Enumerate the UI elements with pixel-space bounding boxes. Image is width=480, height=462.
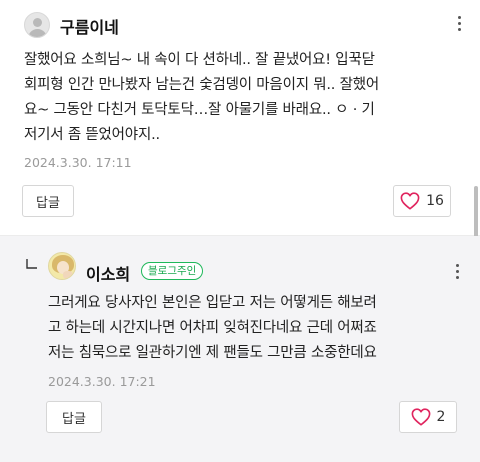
- comment-date: 2024.3.30. 17:11: [24, 155, 132, 170]
- reply-button[interactable]: 답글: [22, 185, 74, 217]
- profile-avatar[interactable]: [48, 252, 76, 280]
- like-count: 2: [436, 409, 446, 425]
- like-button[interactable]: 2: [399, 401, 457, 433]
- comment-text-line: 그러게요 당사자인 본인은 입닫고 저는 어떻게든 해보려: [48, 295, 377, 311]
- comment-text-line: 저기서 좀 뜯었어야지..: [24, 127, 160, 143]
- reply-arrow-icon: [26, 259, 37, 269]
- reply-button[interactable]: 답글: [46, 401, 102, 433]
- heart-icon: [400, 192, 420, 210]
- comment-text-line: 고 하는데 시간지나면 어차피 잊혀진다네요 근데 어쩌죠: [48, 320, 377, 336]
- comment-item: 구름이네 잘했어요 소희님~ 내 속이 다 션하네.. 잘 끝냈어요! 입꾹닫 …: [0, 0, 480, 246]
- comment-text: 그러게요 당사자인 본인은 입닫고 저는 어떻게든 해보려 고 하는데 시간지나…: [48, 291, 468, 366]
- default-avatar[interactable]: [24, 12, 50, 38]
- comment-date: 2024.3.30. 17:21: [48, 374, 156, 389]
- blog-owner-badge: 블로그주인: [141, 262, 204, 280]
- comment-text: 잘했어요 소희님~ 내 속이 다 션하네.. 잘 끝냈어요! 입꾹닫 회피형 인…: [24, 48, 464, 148]
- comment-text-line: 회피형 인간 만나봤자 남는건 숯검뎅이 마음이지 뭐.. 잘했어: [24, 77, 380, 93]
- comment-text-line: 잘했어요 소희님~ 내 속이 다 션하네.. 잘 끝냈어요! 입꾹닫: [24, 52, 375, 68]
- comment-author[interactable]: 이소희: [86, 261, 130, 285]
- reply-item: 이소희 블로그주인 그러게요 당사자인 본인은 입닫고 저는 어떻게든 해보려 …: [0, 236, 480, 462]
- comment-text-line: 요~ 그동안 다친거 토닥토닥…잘 아물기를 바래요.. ㅇ · 기: [24, 102, 375, 118]
- like-count: 16: [426, 193, 444, 209]
- comment-author[interactable]: 구름이네: [60, 14, 119, 38]
- like-button[interactable]: 16: [393, 185, 451, 217]
- more-options-icon[interactable]: [454, 264, 462, 282]
- more-options-icon[interactable]: [456, 16, 464, 34]
- comment-text-line: 저는 침묵으로 일관하기엔 제 팬들도 그만큼 소중한데요: [48, 345, 377, 361]
- heart-icon: [411, 408, 430, 426]
